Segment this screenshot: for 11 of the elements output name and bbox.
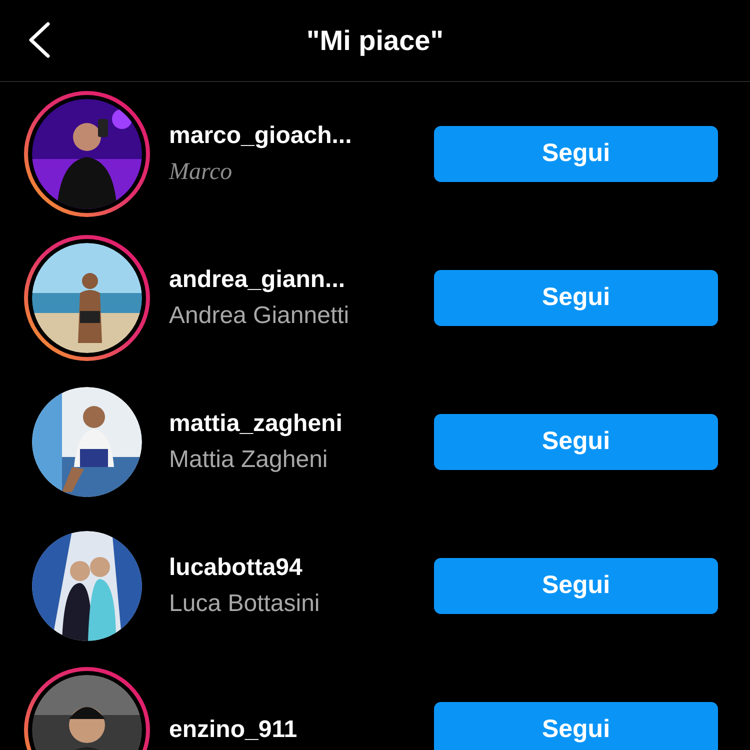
- full-name: Marco: [169, 158, 234, 187]
- username[interactable]: mattia_zagheni: [169, 408, 409, 440]
- page-title: "Mi piace": [306, 24, 444, 58]
- username[interactable]: andrea_giann...: [169, 264, 409, 296]
- username[interactable]: marco_gioach...: [169, 120, 409, 152]
- full-name: Luca Bottasini: [169, 589, 321, 619]
- username[interactable]: lucabotta94: [169, 552, 409, 584]
- full-name: Andrea Giannetti: [169, 301, 350, 331]
- username[interactable]: enzino_911: [169, 714, 409, 746]
- back-icon[interactable]: [27, 22, 51, 58]
- full-name: Mattia Zagheni: [169, 445, 329, 475]
